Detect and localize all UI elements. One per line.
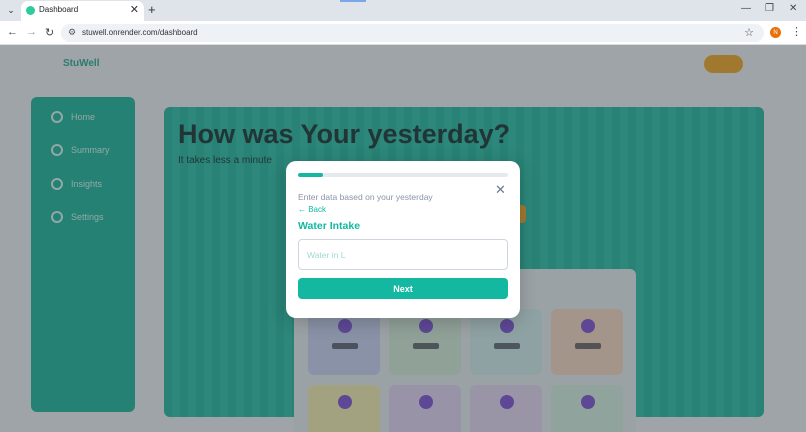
close-icon[interactable]: ✕ — [495, 183, 506, 196]
browser-toolbar: ← → ↻ ⚙ stuwell.onrender.com/dashboard ☆… — [0, 21, 806, 45]
minimize-icon[interactable]: — — [741, 3, 751, 14]
browser-tab-bar: ⌄ Dashboard ✕ + — ❐ ✕ — [0, 0, 806, 21]
tab-dashboard[interactable]: Dashboard ✕ — [21, 1, 144, 21]
modal-prompt: Enter data based on your yesterday — [298, 192, 433, 202]
bookmark-star-icon[interactable]: ☆ — [744, 26, 754, 39]
tab-title: Dashboard — [39, 5, 79, 14]
field-title: Water Intake — [298, 220, 361, 232]
url-text[interactable]: stuwell.onrender.com/dashboard — [82, 28, 198, 37]
tab-close-icon[interactable]: ✕ — [130, 3, 139, 16]
address-bar[interactable]: ⚙ stuwell.onrender.com/dashboard ☆ — [61, 24, 764, 42]
new-tab-icon[interactable]: + — [148, 2, 156, 17]
reload-icon[interactable]: ↻ — [45, 26, 54, 39]
browser-menu-icon[interactable]: ⋮ — [791, 25, 802, 38]
restore-icon[interactable]: ❐ — [765, 3, 774, 14]
progress-bar — [298, 173, 508, 177]
site-info-icon[interactable]: ⚙ — [68, 27, 76, 38]
back-link[interactable]: ← Back — [298, 205, 326, 214]
water-intake-input[interactable] — [298, 239, 508, 270]
forward-icon[interactable]: → — [26, 26, 37, 38]
tab-search-icon[interactable]: ⌄ — [4, 3, 18, 17]
tab-strip-indicator — [340, 0, 366, 2]
profile-avatar[interactable]: N — [770, 27, 781, 38]
favicon-icon — [26, 6, 35, 15]
close-window-icon[interactable]: ✕ — [789, 3, 797, 14]
progress-fill — [298, 173, 324, 177]
next-button[interactable]: Next — [298, 278, 508, 299]
back-icon[interactable]: ← — [7, 26, 18, 38]
daily-entry-modal: ✕ Enter data based on your yesterday ← B… — [286, 161, 520, 318]
